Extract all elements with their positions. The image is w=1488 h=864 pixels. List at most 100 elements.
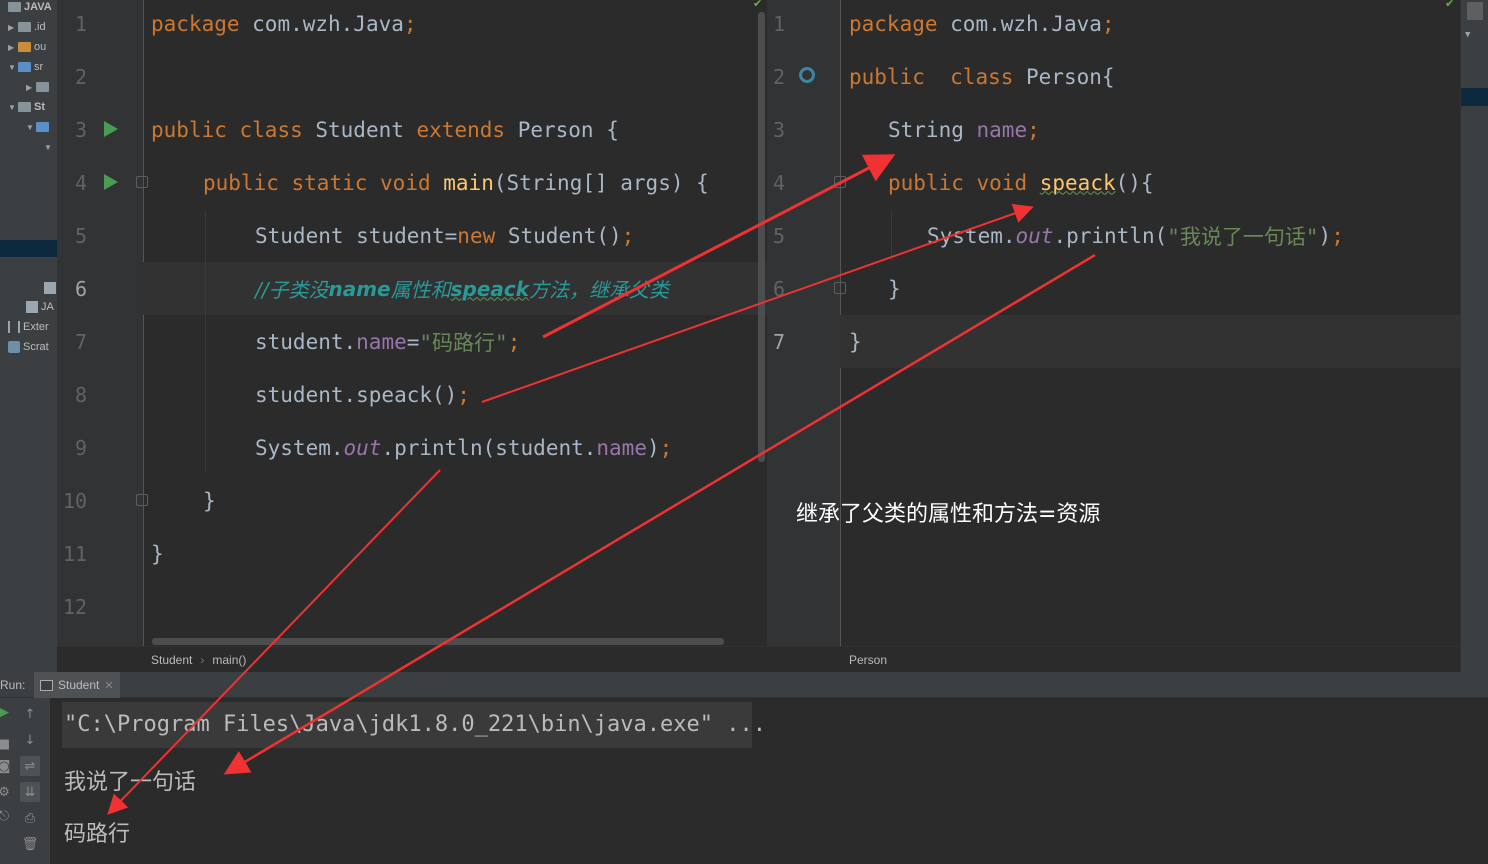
line-number: 5 (773, 223, 786, 248)
tree-item-jdk[interactable]: JA (26, 298, 54, 316)
scratch-icon (8, 341, 20, 353)
chevron-down-icon[interactable]: ▼ (8, 63, 18, 72)
folder-icon (8, 2, 21, 12)
line-number: 6 (75, 276, 88, 301)
line-number: 2 (75, 64, 88, 89)
folder-icon (36, 122, 49, 132)
fold-icon[interactable] (834, 176, 846, 188)
tree-item-out[interactable]: ▶ ou (8, 38, 46, 56)
tree-label: Scrat (23, 341, 49, 353)
folder-icon (18, 42, 31, 52)
breadcrumb-item[interactable]: Person (849, 653, 887, 667)
override-icon[interactable] (799, 67, 815, 83)
camera-icon[interactable]: ◙ (0, 756, 14, 776)
rerun-icon[interactable]: ▶ (0, 702, 14, 722)
vertical-scrollbar[interactable] (758, 12, 765, 462)
tree-label: sr (34, 61, 44, 73)
tree-item-idea[interactable]: ▶ .id (8, 18, 46, 36)
code-line-6: } (888, 276, 901, 301)
line-number: 5 (75, 223, 88, 248)
tree-item-project[interactable]: JAVA (8, 0, 52, 16)
code-line-4: public void speack(){ (888, 170, 1154, 195)
print-icon[interactable]: ⎙ (20, 808, 40, 828)
code-line-6-comment: //子类没 name 属性和 speack 方法，继承父类 (255, 276, 670, 303)
folder-icon (18, 102, 31, 112)
folder-icon (18, 22, 31, 32)
chevron-right-icon[interactable]: ▶ (8, 23, 18, 32)
fold-icon[interactable] (834, 282, 846, 294)
line-number: 2 (773, 64, 786, 89)
line-number: 1 (773, 11, 786, 36)
breadcrumb-separator: › (200, 652, 205, 667)
tree-label: St (34, 101, 45, 113)
chevron-right-icon[interactable]: ▶ (8, 43, 18, 52)
run-tab-student[interactable]: Student ✕ (34, 672, 120, 698)
chevron-right-icon[interactable]: ▶ (26, 83, 36, 92)
editor-person[interactable]: 1 2 3 4 5 6 7 package com.wzh.Java; publ… (767, 0, 1460, 672)
code-line-3: public class Student extends Person { (151, 117, 619, 142)
chevron-down-icon[interactable]: ▼ (44, 143, 54, 152)
indent-guide (205, 210, 206, 472)
code-line-8: student.speack(); (255, 382, 470, 407)
run-icon[interactable] (104, 174, 118, 190)
tree-item-scratches[interactable]: Scrat (8, 338, 49, 356)
tree-item-lib[interactable] (44, 279, 57, 297)
stop-icon[interactable]: ■ (0, 734, 14, 754)
code-line-5: Student student= new Student(); (255, 223, 635, 248)
tree-item-nested[interactable]: ▼ (44, 138, 54, 156)
folder-icon (18, 62, 31, 72)
settings-icon[interactable]: ⚙ (0, 782, 14, 802)
code-line-7: student. name = "码路行"; (255, 329, 521, 355)
tree-item-package[interactable]: ▼ (26, 118, 52, 136)
chevron-down-icon[interactable]: ▼ (26, 123, 36, 132)
breadcrumb-item[interactable]: Student (151, 653, 192, 667)
code-line-1: package com.wzh.Java; (151, 11, 417, 36)
fold-icon[interactable] (136, 494, 148, 506)
console-line-output-2: 码路行 (64, 822, 131, 847)
line-number: 10 (63, 488, 88, 513)
caret-row-highlight (840, 315, 1460, 368)
breadcrumb-item[interactable]: main() (212, 653, 246, 667)
ant-icon[interactable] (1467, 2, 1483, 20)
wrap-icon[interactable]: ⇌ (20, 756, 40, 776)
code-line-5: System. out .println("我说了一句话"); (927, 223, 1344, 249)
chevron-down-icon[interactable]: ▼ (8, 103, 18, 112)
code-line-2: public class Person{ (849, 64, 1115, 89)
editor-student[interactable]: 1 2 3 4 5 6 7 8 9 10 11 12 package com.w… (57, 0, 767, 672)
run-icon[interactable] (104, 121, 118, 137)
run-toolbar: ▶ ↑ ↓ ⇌ ⇊ ⎙ 🗑 ■ ◙ ⚙ ⎋ (0, 698, 50, 864)
library-icon (44, 282, 56, 294)
line-number: 11 (63, 541, 88, 566)
up-icon[interactable]: ↑ (20, 704, 40, 724)
fold-icon[interactable] (136, 176, 148, 188)
down-icon[interactable]: ↓ (20, 730, 40, 750)
tree-item-student[interactable]: ▼ St (8, 98, 45, 116)
line-number: 4 (773, 170, 786, 195)
code-line-4: public static void main (String[] args) { (203, 170, 709, 195)
tree-item-src[interactable]: ▼ sr (8, 58, 43, 76)
trash-icon[interactable]: 🗑 (20, 834, 40, 854)
line-number: 8 (75, 382, 88, 407)
annotation-text: 继承了父类的属性和方法=资源 (796, 502, 1101, 527)
console-output[interactable]: "C:\Program Files\Java\jdk1.8.0_221\bin\… (50, 698, 1488, 864)
line-number: 12 (63, 594, 88, 619)
code-line-9: System. out .println(student. name); (255, 435, 673, 460)
tree-item-external-libraries[interactable]: Exter (8, 318, 49, 336)
line-number: 6 (773, 276, 786, 301)
exit-icon[interactable]: ⎋ (0, 806, 14, 826)
tree-label: ou (34, 41, 47, 53)
breadcrumb: Student › main() (57, 646, 767, 672)
folder-icon (36, 82, 49, 92)
close-icon[interactable]: ✕ (104, 679, 113, 692)
scroll-end-icon[interactable]: ⇊ (20, 782, 40, 802)
gutter-separator (143, 0, 144, 672)
horizontal-scrollbar[interactable] (152, 638, 724, 645)
tree-item-sub[interactable]: ▶ (26, 78, 52, 96)
project-sidebar: JAVA ▶ .id ▶ ou ▼ sr ▶ ▼ St ▼ ▼ JA Exter… (0, 0, 57, 672)
chevron-down-icon[interactable]: ▼ (1465, 30, 1470, 40)
jar-icon (26, 301, 38, 313)
check-icon: ✔ (753, 0, 763, 10)
line-number: 4 (75, 170, 88, 195)
code-line-7: } (849, 329, 862, 354)
breadcrumb: Person (767, 646, 1460, 672)
